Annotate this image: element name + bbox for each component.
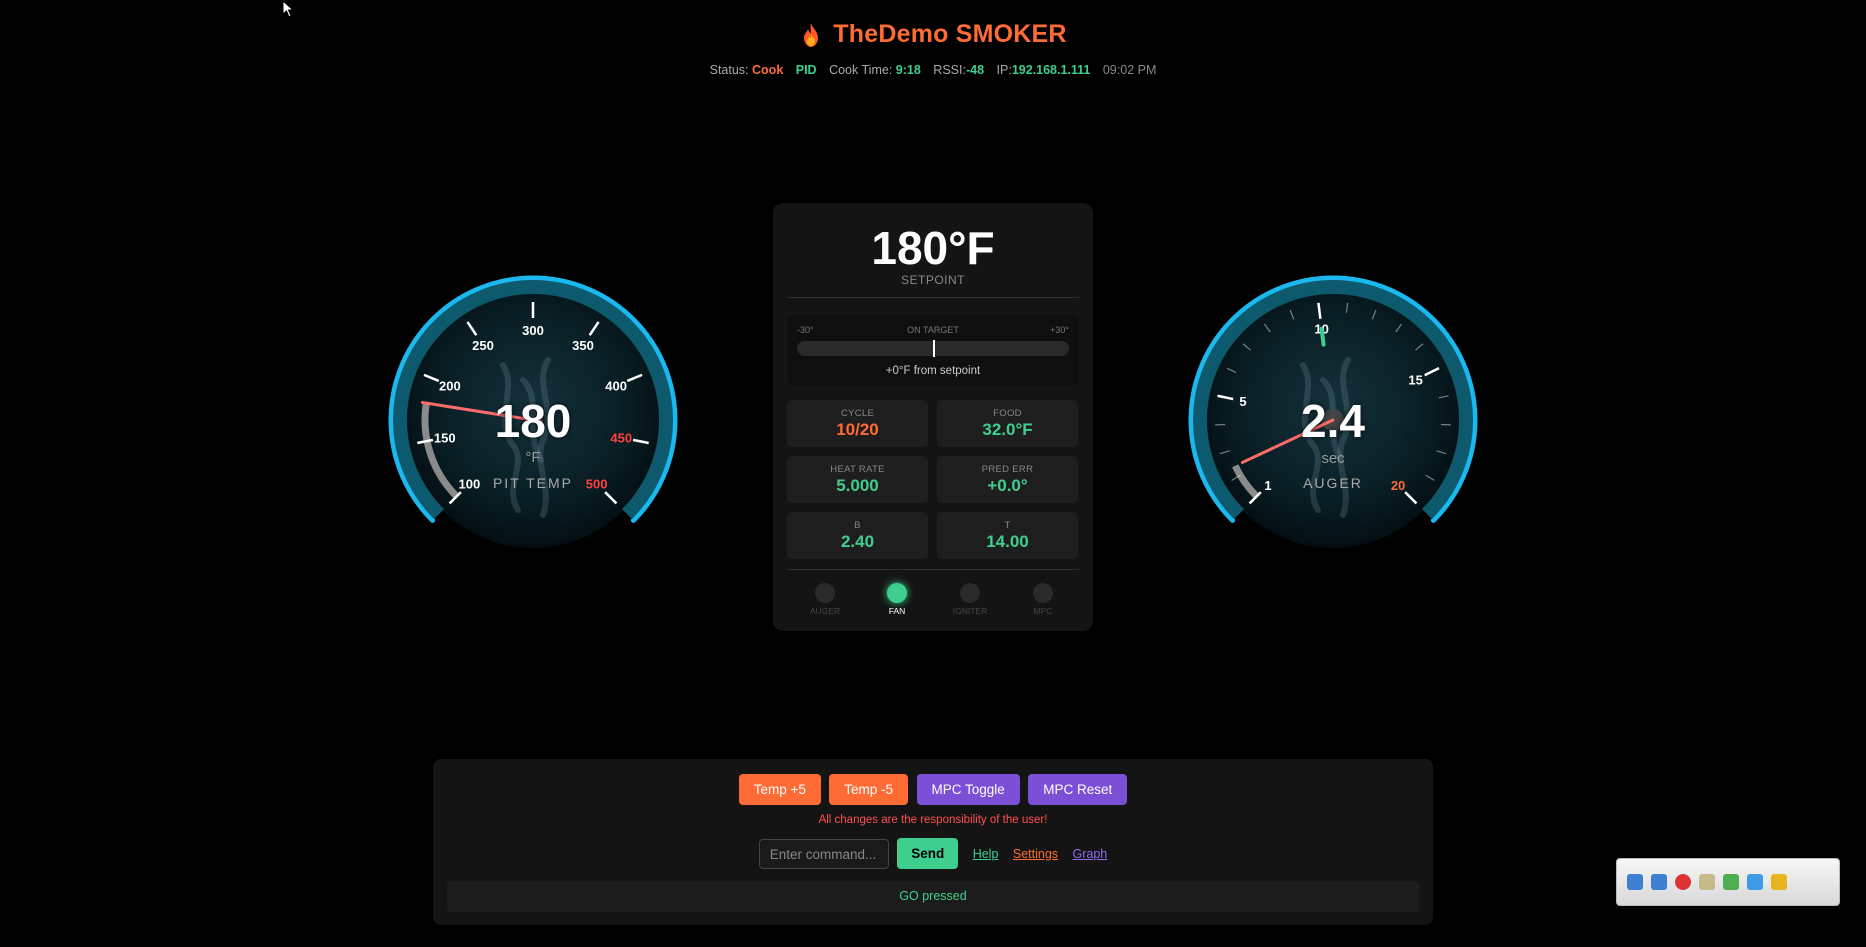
setpoint-value: 180°F (871, 222, 995, 274)
title-text: TheDemo SMOKER (833, 20, 1067, 48)
target-marker (933, 340, 935, 357)
target-diff-text: +0°F from setpoint (885, 365, 981, 377)
graph-link[interactable]: Graph (1072, 847, 1107, 861)
mouse-cursor-icon (282, 0, 295, 18)
network-icon[interactable] (1627, 874, 1643, 890)
indicator-label: MPC (1033, 606, 1053, 616)
indicator-label: FAN (888, 606, 906, 616)
mode-badge: PID (795, 62, 817, 77)
target-deviation-bar (797, 340, 1069, 357)
flame-icon (804, 22, 819, 47)
divider (787, 297, 1079, 298)
pit-temp-value: 180 (494, 395, 572, 447)
stat-label: FOOD (993, 408, 1022, 419)
security-icon[interactable] (1675, 874, 1691, 890)
pit-tick-label: 250 (472, 338, 494, 353)
pit-temp-gauge: 100 150 200 250 300 350 400 450 500 180 °F PIT T… (383, 270, 683, 570)
auger-label: AUGER (1303, 475, 1363, 491)
command-panel: Temp +5 Temp -5 MPC Toggle MPC Reset All… (433, 759, 1433, 925)
help-link[interactable]: Help (973, 847, 999, 861)
clock: 09:02 PM (1102, 62, 1157, 77)
stat-value: 10/20 (836, 420, 879, 439)
stat-label: HEAT RATE (830, 464, 885, 475)
stat-heat-rate: HEAT RATE 5.000 (787, 456, 928, 503)
ip-value: 192.168.1.111 (1011, 62, 1091, 77)
auger-status-dot (815, 583, 835, 603)
network-icon[interactable] (1651, 874, 1667, 890)
cook-time-label: Cook Time: (829, 62, 893, 77)
pit-tick-label: 300 (522, 323, 544, 338)
image-icon[interactable] (1747, 874, 1763, 890)
stat-label: PRED ERR (981, 464, 1034, 475)
auger-marker (1319, 326, 1326, 347)
target-center-label: ON TARGET (907, 325, 959, 335)
pit-tick-label: 350 (572, 338, 594, 353)
mpc-status-dot (1033, 583, 1053, 603)
stat-label: CYCLE (840, 408, 875, 419)
system-tray-popup (1616, 858, 1840, 906)
fan-status-dot (887, 583, 907, 603)
control-status-panel: 180°F SETPOINT -30° ON TARGET +30° +0°F … (773, 203, 1093, 631)
pit-temp-label: PIT TEMP (492, 475, 574, 491)
command-input[interactable]: Enter command... (758, 838, 889, 869)
indicator-auger: AUGER (795, 583, 855, 616)
auger-value: 2.4 (1301, 395, 1365, 447)
send-button[interactable]: Send (897, 838, 959, 869)
indicator-mpc: MPC (1013, 583, 1073, 616)
pit-temp-unit: °F (525, 449, 541, 466)
stat-value: 2.40 (840, 532, 875, 551)
auger-unit: sec (1321, 450, 1345, 467)
indicator-label: IGNITER (952, 606, 988, 616)
pit-tick-label: 400 (605, 379, 627, 394)
stat-label: T (1004, 520, 1011, 531)
settings-link[interactable]: Settings (1013, 847, 1058, 861)
clipboard-icon[interactable] (1723, 874, 1739, 890)
stat-cycle: CYCLE 10/20 (787, 400, 928, 447)
pit-tick-label: 200 (439, 379, 461, 394)
status-label: Status: (709, 62, 749, 77)
usb-icon[interactable] (1699, 874, 1715, 890)
target-max-label: +30° (1050, 325, 1069, 335)
indicator-label: AUGER (809, 606, 841, 616)
indicator-igniter: IGNITER (940, 583, 1000, 616)
indicator-fan: FAN (867, 583, 927, 616)
app-title: TheDemo SMOKER (799, 20, 1066, 49)
stat-value: 5.000 (836, 476, 879, 495)
igniter-status-dot (960, 583, 980, 603)
setpoint-label: SETPOINT (900, 273, 965, 287)
stat-food: FOOD 32.0°F (937, 400, 1078, 447)
temp-down-button[interactable]: Temp -5 (829, 774, 909, 805)
cook-time-value: 9:18 (895, 62, 921, 77)
divider (787, 569, 1079, 570)
app-header: TheDemo SMOKER Status: Cook PID Cook Tim… (0, 20, 1866, 77)
stat-value: 14.00 (986, 532, 1029, 551)
rssi-value: -48 (965, 62, 985, 77)
responsibility-warning: All changes are the responsibility of th… (818, 814, 1048, 826)
auger-gauge: 15101520 2.4 sec AUGER (1183, 270, 1483, 570)
stat-b: B 2.40 (787, 512, 928, 559)
stat-value: 32.0°F (982, 420, 1033, 439)
mpc-reset-button[interactable]: MPC Reset (1028, 774, 1128, 805)
stat-label: B (854, 520, 861, 531)
stat-pred-err: PRED ERR +0.0° (937, 456, 1078, 503)
stat-value: +0.0° (987, 476, 1028, 495)
auger-tick-label: 15 (1408, 373, 1422, 388)
message-output: GO pressed (447, 881, 1419, 912)
temp-up-button[interactable]: Temp +5 (738, 774, 821, 805)
status-value: Cook (752, 62, 784, 77)
stat-t: T 14.00 (937, 512, 1078, 559)
status-bar: Status: Cook PID Cook Time: 9:18 RSSI:-4… (0, 63, 1866, 77)
on-target-indicator: -30° ON TARGET +30° +0°F from setpoint (787, 315, 1079, 385)
rssi-label: RSSI: (933, 62, 966, 77)
mpc-toggle-button[interactable]: MPC Toggle (916, 774, 1020, 805)
shield-icon[interactable] (1771, 874, 1787, 890)
ip-label: IP: (996, 62, 1012, 77)
